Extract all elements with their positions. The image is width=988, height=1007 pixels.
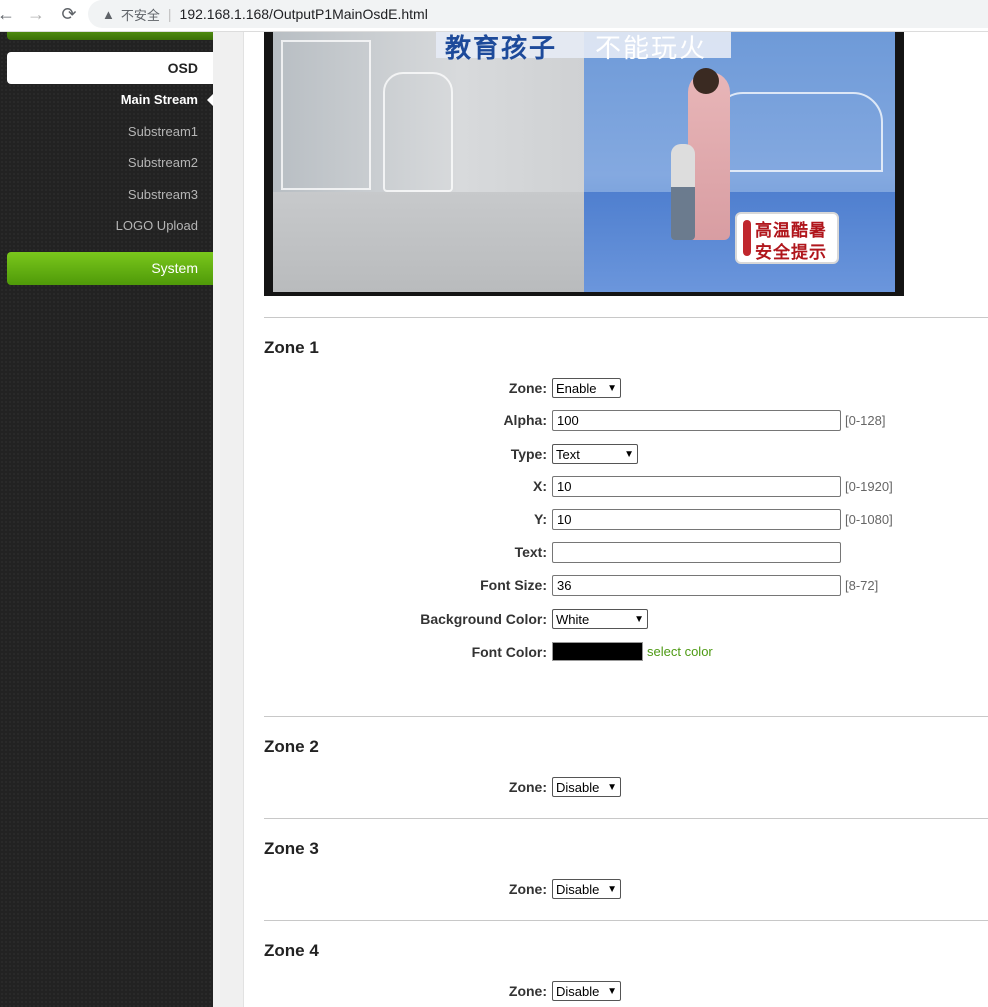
warning-icon: ▲ (102, 6, 115, 22)
sidebar-system-button[interactable]: System (7, 252, 213, 285)
sidebar-item-substream3[interactable]: Substream3 (128, 187, 198, 202)
warning-sign-line2: 安全提示 (755, 243, 827, 263)
zone1-select-color-link[interactable]: select color (647, 644, 713, 659)
chevron-down-icon: ▼ (634, 613, 644, 625)
zone1-font-size-hint: [8-72] (845, 578, 879, 593)
chevron-down-icon: ▼ (607, 382, 617, 394)
zone2-zone-select[interactable]: Disable ▼ (552, 777, 621, 797)
zone4-title: Zone 4 (264, 941, 319, 960)
zone1-bg-color-value: White (556, 611, 590, 627)
zone1-type-value: Text (556, 446, 580, 462)
zone1-x-hint: [0-1920] (845, 479, 893, 494)
zone3-zone-row: Zone: Disable ▼ (244, 879, 988, 901)
browser-toolbar: ← → ⟳ ▲ 不安全 | 192.168.1.168/OutputP1Main… (0, 0, 988, 32)
zone1-font-size-row: Font Size: 36 [8-72] (244, 575, 988, 597)
zone1-font-size-input[interactable]: 36 (552, 575, 841, 596)
zone1-y-input[interactable]: 10 (552, 509, 841, 530)
zone1-alpha-label: Alpha: (503, 412, 547, 428)
armchair-drawing (383, 72, 453, 192)
sidebar-item-main-stream[interactable]: Main Stream (121, 92, 198, 107)
zone3-zone-select[interactable]: Disable ▼ (552, 879, 621, 899)
video-caption-rest: 不能玩火 (595, 34, 708, 64)
sidebar-tab-osd[interactable]: OSD (7, 52, 213, 84)
reload-icon[interactable]: ⟳ (55, 0, 83, 28)
video-frame: 教育孩子 不能玩火 高温酷暑 安全提示 (273, 32, 895, 292)
chevron-down-icon: ▼ (607, 985, 617, 997)
zone2-title: Zone 2 (264, 737, 319, 756)
zone1-y-row: Y: 10 [0-1080] (244, 509, 988, 531)
zone1-y-label: Y: (534, 511, 547, 527)
zone3-zone-value: Disable (556, 881, 600, 897)
forward-icon[interactable]: → (22, 0, 50, 28)
zone1-font-color-row: Font Color: select color (244, 642, 988, 664)
video-warning-sign: 高温酷暑 安全提示 (735, 212, 839, 264)
sidebar-item-substream1[interactable]: Substream1 (128, 124, 198, 139)
zone1-bg-color-row: Background Color: White ▼ (244, 609, 988, 631)
zone2-zone-label: Zone: (508, 779, 547, 795)
zone1-title: Zone 1 (264, 338, 319, 357)
sidebar-item-logo-upload[interactable]: LOGO Upload (116, 218, 198, 233)
zone1-type-label: Type: (510, 446, 547, 462)
zone1-text-label: Text: (514, 544, 547, 560)
zone1-bg-color-label: Background Color: (420, 611, 547, 627)
divider (264, 716, 988, 717)
zone1-font-color-label: Font Color: (471, 644, 547, 660)
video-person-child (671, 144, 695, 240)
zone1-alpha-hint: [0-128] (845, 413, 886, 428)
insecure-label: 不安全 (120, 7, 160, 23)
zone4-zone-row: Zone: Disable ▼ (244, 981, 988, 1003)
zone1-x-input[interactable]: 10 (552, 476, 841, 497)
zone4-zone-label: Zone: (508, 983, 547, 999)
zone1-x-label: X: (533, 478, 547, 494)
zone1-font-size-label: Font Size: (480, 577, 547, 593)
video-preview: 教育孩子 不能玩火 高温酷暑 安全提示 (264, 32, 904, 296)
divider (264, 818, 988, 819)
thermometer-icon (743, 220, 751, 256)
zone2-zone-value: Disable (556, 779, 600, 795)
zone1-alpha-input[interactable]: 100 (552, 410, 841, 431)
bookshelf-drawing (281, 40, 371, 190)
sidebar-gutter (213, 32, 244, 1007)
zone1-text-row: Text: (244, 542, 988, 564)
video-caption-main: 教育孩子 (445, 34, 558, 64)
zone1-zone-value: Enable (556, 380, 597, 396)
url-text: 192.168.1.168/OutputP1MainOsdE.html (179, 6, 428, 22)
sidebar-green-tab-top[interactable] (7, 32, 213, 40)
zone2-zone-row: Zone: Disable ▼ (244, 777, 988, 799)
zone1-zone-row: Zone: Enable ▼ (244, 378, 988, 400)
zone1-font-color-swatch[interactable] (552, 642, 643, 661)
divider (264, 920, 988, 921)
zone1-alpha-row: Alpha: 100 [0-128] (244, 410, 988, 432)
sidebar-item-substream2[interactable]: Substream2 (128, 155, 198, 170)
zone1-zone-label: Zone: (508, 380, 547, 396)
zone4-zone-select[interactable]: Disable ▼ (552, 981, 621, 1001)
cityline-drawing (713, 92, 883, 172)
zone1-type-select[interactable]: Text ▼ (552, 444, 638, 464)
zone1-y-hint: [0-1080] (845, 512, 893, 527)
address-separator: | (167, 6, 172, 22)
zone1-type-row: Type: Text ▼ (244, 444, 988, 466)
address-bar[interactable]: ▲ 不安全 | 192.168.1.168/OutputP1MainOsdE.h… (88, 0, 988, 28)
back-icon[interactable]: ← (0, 0, 20, 28)
zone4-zone-value: Disable (556, 983, 600, 999)
video-person-head (693, 68, 719, 94)
divider (264, 317, 988, 318)
zone1-text-input[interactable] (552, 542, 841, 563)
chevron-down-icon: ▼ (624, 448, 634, 460)
chevron-down-icon: ▼ (607, 883, 617, 895)
main-content: 教育孩子 不能玩火 高温酷暑 安全提示 Zone 1 Zone: Enable ▼… (244, 32, 988, 1007)
video-scene-floor (273, 192, 584, 292)
zone3-title: Zone 3 (264, 839, 319, 858)
zone1-zone-select[interactable]: Enable ▼ (552, 378, 621, 398)
zone1-x-row: X: 10 [0-1920] (244, 476, 988, 498)
sidebar: OSD Main Stream Substream1 Substream2 Su… (0, 32, 213, 1007)
chevron-down-icon: ▼ (607, 781, 617, 793)
zone3-zone-label: Zone: (508, 881, 547, 897)
zone1-bg-color-select[interactable]: White ▼ (552, 609, 648, 629)
